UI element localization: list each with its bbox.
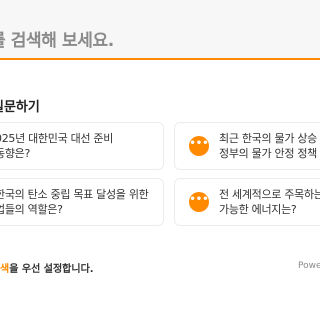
footer-note: 색을 우선 설정합니다. (0, 260, 94, 275)
question-text: 025년 대한민국 대선 준비 동향은? (0, 132, 114, 160)
suggested-question-card[interactable]: ••• 전 세계적으로 주목하는 가능한 에너지는? (174, 178, 320, 226)
footer-text: 을 우선 설정합니다. (9, 264, 94, 275)
question-text: 최근 한국의 물가 상승 정부의 물가 안정 정책 (219, 132, 317, 160)
section-title: 질문하기 (0, 100, 40, 115)
search-placeholder: 를 검색해 보세요. (0, 31, 114, 51)
powered-by-link[interactable]: Powe (298, 261, 320, 271)
question-text: 전 세계적으로 주목하는 가능한 에너지는? (219, 188, 320, 216)
suggested-question-card[interactable]: 한국의 탄소 중립 목표 달성을 위한 업들의 역할은? (0, 178, 164, 226)
chat-bubble-icon: ••• (189, 136, 209, 156)
suggested-question-card[interactable]: 025년 대한민국 대선 준비 동향은? (0, 122, 164, 170)
chat-bubble-icon: ••• (189, 192, 209, 212)
suggested-question-card[interactable]: ••• 최근 한국의 물가 상승 정부의 물가 안정 정책 (174, 122, 320, 170)
footer-accent-text: 색 (0, 264, 10, 275)
question-text: 한국의 탄소 중립 목표 달성을 위한 업들의 역할은? (0, 188, 149, 216)
search-bar[interactable]: 를 검색해 보세요. (0, 0, 320, 60)
